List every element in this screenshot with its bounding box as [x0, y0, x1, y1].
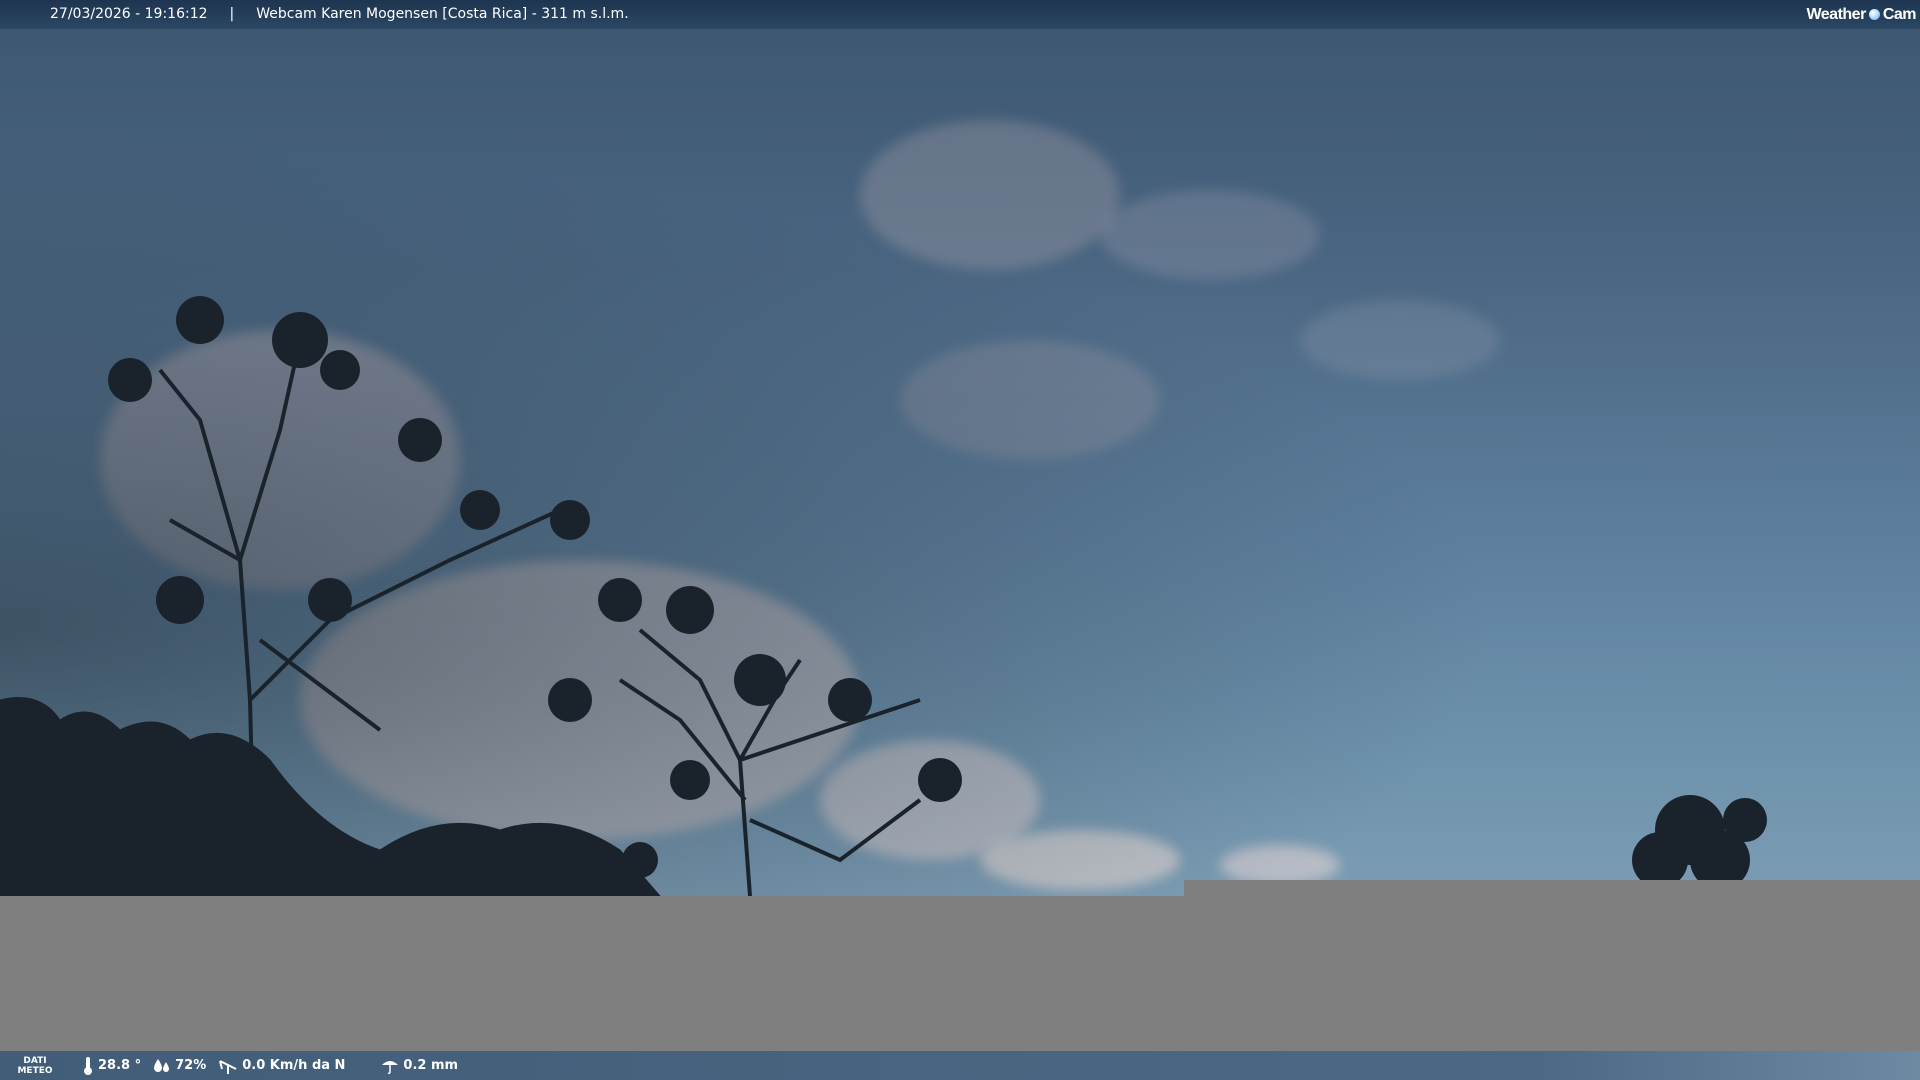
temperature-value: 28.8 ° — [98, 1058, 142, 1073]
dati-meteo-label: DATI METEO — [0, 1056, 70, 1076]
tree-silhouettes — [0, 296, 1767, 896]
rain-value: 0.2 mm — [403, 1058, 459, 1073]
webcam-image — [0, 0, 1920, 896]
weathercam-logo[interactable]: Weather Cam — [1806, 0, 1916, 29]
separator: | — [229, 6, 235, 22]
weather-data-bar: DATI METEO 28.8 ° 72% 0.0 Km/h da N 0.2 … — [0, 1051, 1920, 1080]
image-gap — [1184, 880, 1920, 896]
brand-right: Cam — [1882, 6, 1917, 23]
humidity-value: 72% — [175, 1058, 207, 1073]
dati-label: DATI — [23, 1055, 47, 1066]
rain-icon — [382, 1060, 399, 1074]
wind-item: 0.0 Km/h da N — [218, 1057, 345, 1075]
brand-left: Weather — [1806, 6, 1866, 23]
top-info-bar: 27/03/2026 - 19:16:12 | Webcam Karen Mog… — [0, 0, 1920, 29]
thermometer-icon — [84, 1056, 92, 1075]
humidity-icon — [154, 1058, 170, 1072]
wind-icon — [219, 1059, 237, 1074]
wind-value: 0.0 Km/h da N — [242, 1058, 346, 1073]
humidity-item: 72% — [153, 1058, 206, 1074]
rain-item: 0.2 mm — [381, 1057, 458, 1075]
timestamp: 27/03/2026 - 19:16:12 — [50, 6, 208, 22]
weathercam-logo-icon — [1868, 9, 1880, 20]
webcam-location: Webcam Karen Mogensen [Costa Rica] - 311… — [256, 6, 629, 22]
meteo-label: METEO — [17, 1065, 53, 1076]
temperature-item: 28.8 ° — [82, 1056, 141, 1076]
